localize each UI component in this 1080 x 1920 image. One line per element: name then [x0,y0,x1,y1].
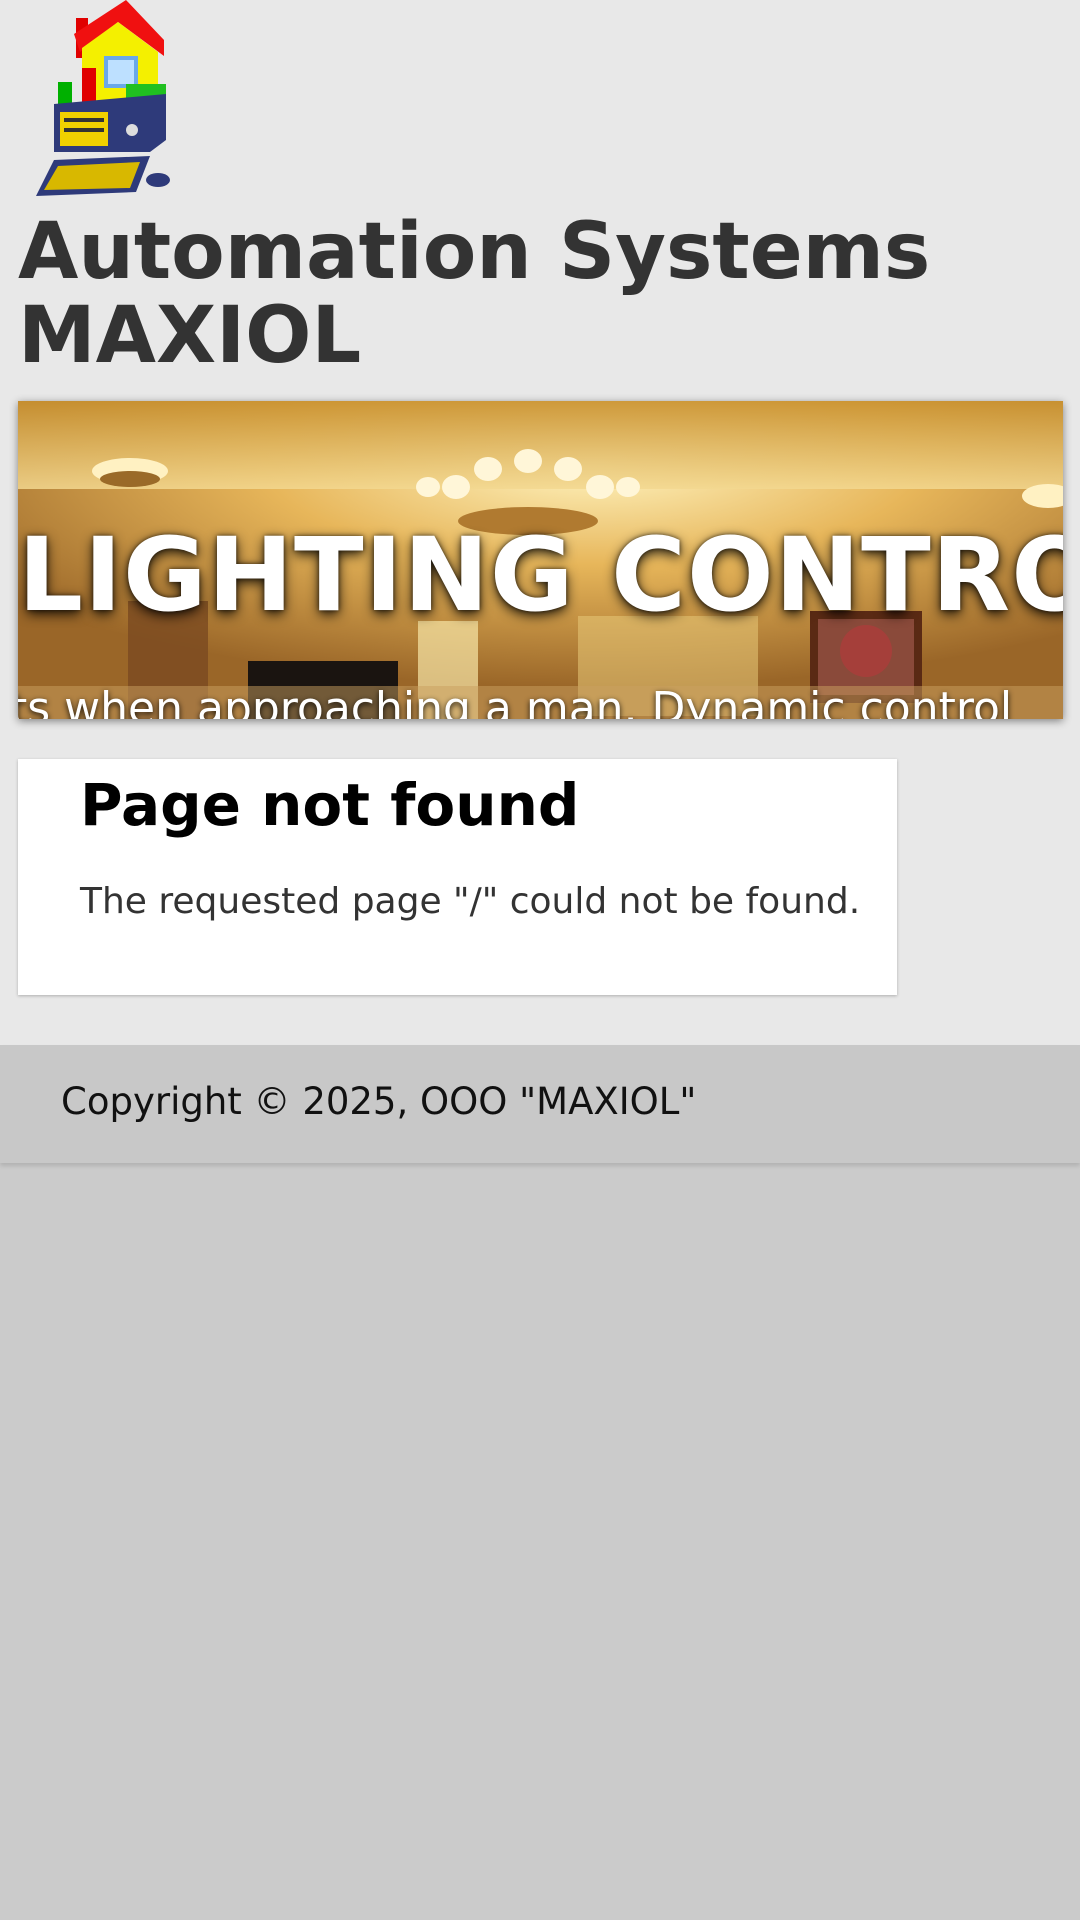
banner-scrolling-text: ts when approaching a man. Dynamic contr… [18,683,1013,719]
site-title-line2: MAXIOL [18,291,362,381]
banner-heading: LIGHTING CONTROL [18,516,1063,635]
house-computer-logo-icon[interactable] [18,0,170,198]
content-card: Page not found The requested page "/" co… [18,759,897,995]
site-title-line1: Automation Systems [18,207,931,297]
not-found-message: The requested page "/" could not be foun… [80,881,861,922]
footer: Copyright © 2025, OOO "MAXIOL" [0,1045,1080,1163]
lighting-banner: LIGHTING CONTROL ts when approaching a m… [18,401,1063,719]
site-title[interactable]: Automation Systems MAXIOL [18,210,1018,378]
copyright-text: Copyright © 2025, OOO "MAXIOL" [61,1080,697,1123]
page-title: Page not found [80,771,580,839]
